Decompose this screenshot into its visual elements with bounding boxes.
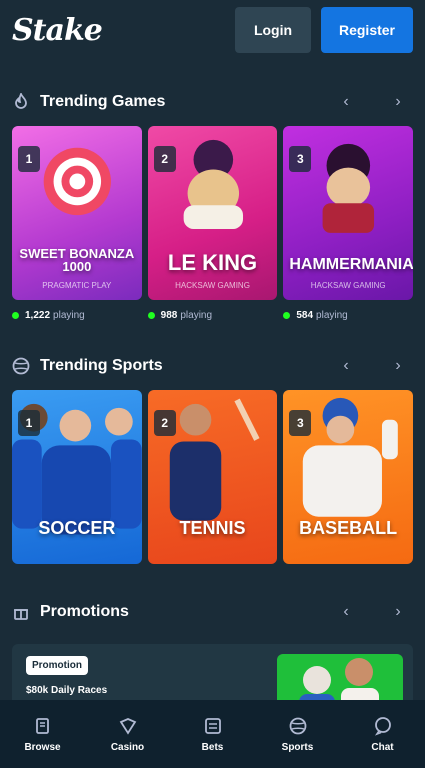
bets-icon [203, 716, 223, 736]
game-title: HAMMERMANIA [289, 256, 414, 274]
chevron-right-icon[interactable]: › [387, 355, 409, 377]
auth-buttons: Login Register [235, 7, 413, 53]
carousel-arrows: ‹ › [335, 91, 413, 113]
game-title: LE KING [167, 249, 258, 275]
nav-chat[interactable]: Chat [348, 716, 418, 753]
rank-badge: 2 [153, 146, 176, 172]
rank-badge: 2 [153, 410, 176, 436]
trending-sports-title: Trending Sports [40, 357, 163, 374]
players-label: playing [180, 309, 213, 321]
game-provider: PRAGMATIC PLAY [42, 281, 112, 290]
nav-sports[interactable]: Sports [263, 716, 333, 753]
game-card[interactable]: 2 LE KING HACKSAW GAMING [147, 126, 278, 300]
trending-games-section: Trending Games ‹ › 1 SWEET BONANZA 1000 … [0, 84, 425, 322]
players-label: playing [316, 309, 348, 321]
nav-label: Bets [201, 741, 224, 753]
sport-title: SOCCER [38, 518, 116, 539]
chat-icon [373, 716, 393, 736]
promotion-badge: Promotion [26, 656, 88, 675]
section-header: Trending Games ‹ › [12, 84, 413, 120]
casino-icon [118, 716, 138, 736]
game-card[interactable]: 3 HAMMERMANIA HACKSAW GAMING [283, 126, 414, 300]
players-number: 988 [160, 309, 178, 321]
online-dot [283, 311, 291, 319]
promotions-title: Promotions [40, 603, 129, 620]
nav-label: Browse [24, 741, 61, 753]
login-button[interactable]: Login [235, 7, 311, 53]
sport-cards: 1 SOCCER 2 TENNIS 3 BASEBALL [12, 390, 414, 564]
rank-badge: 1 [18, 146, 40, 172]
chevron-left-icon[interactable]: ‹ [335, 601, 357, 623]
players-number: 584 [296, 309, 314, 321]
player-count: 988 playing [147, 308, 278, 322]
chevron-left-icon[interactable]: ‹ [335, 91, 357, 113]
carousel-arrows: ‹ › [335, 355, 413, 377]
top-header: Stake Login Register [0, 0, 425, 60]
section-title: Trending Sports [12, 357, 163, 375]
sports-ball-icon [12, 357, 30, 375]
promotion-text: $80k Daily Races [26, 685, 108, 696]
bottom-navigation: Browse Casino Bets Sports Chat [0, 700, 425, 768]
section-title: Trending Games [12, 93, 165, 111]
section-header: Promotions ‹ › [12, 594, 413, 630]
game-title: SWEET BONANZA 1000 [19, 245, 135, 275]
browse-icon [33, 716, 53, 736]
register-button[interactable]: Register [321, 7, 413, 53]
sport-title: TENNIS [179, 518, 246, 539]
nav-label: Chat [371, 741, 394, 753]
rank-badge: 1 [18, 410, 40, 436]
stake-logo[interactable]: Stake [12, 13, 103, 48]
sport-card[interactable]: 2 TENNIS [147, 390, 278, 564]
nav-browse[interactable]: Browse [8, 716, 78, 753]
sport-card[interactable]: 1 SOCCER [12, 390, 142, 564]
players-label: playing [53, 309, 85, 321]
online-dot [147, 311, 155, 319]
carousel-arrows: ‹ › [335, 601, 413, 623]
game-provider: HACKSAW GAMING [175, 281, 250, 290]
sport-card[interactable]: 3 BASEBALL [283, 390, 414, 564]
promotion-image [277, 654, 403, 702]
section-title: Promotions [12, 603, 129, 621]
flame-icon [12, 93, 30, 111]
nav-label: Casino [110, 741, 145, 753]
players-row: 1,222 playing 988 playing 584 playing [12, 308, 413, 322]
chevron-right-icon[interactable]: › [387, 91, 409, 113]
chevron-right-icon[interactable]: › [387, 601, 409, 623]
nav-casino[interactable]: Casino [93, 716, 163, 753]
nav-label: Sports [281, 741, 314, 753]
chevron-left-icon[interactable]: ‹ [335, 355, 357, 377]
player-count: 584 playing [283, 308, 413, 322]
promotions-section: Promotions ‹ › Promotion $80k Daily Race… [0, 594, 425, 702]
players-number: 1,222 [25, 309, 51, 321]
section-header: Trending Sports ‹ › [12, 348, 413, 384]
sports-icon [288, 716, 308, 736]
trending-sports-section: Trending Sports ‹ › 1 SOCCER 2 TENNIS 3 … [0, 348, 425, 564]
online-dot [12, 311, 19, 319]
sport-title: BASEBALL [299, 518, 398, 539]
player-count: 1,222 playing [12, 308, 142, 322]
game-provider: HACKSAW GAMING [310, 281, 386, 290]
nav-bets[interactable]: Bets [178, 716, 248, 753]
trending-games-title: Trending Games [40, 93, 166, 110]
game-card[interactable]: 1 SWEET BONANZA 1000 PRAGMATIC PLAY [12, 126, 142, 300]
rank-badge: 3 [289, 410, 312, 436]
game-cards: 1 SWEET BONANZA 1000 PRAGMATIC PLAY 2 LE… [12, 126, 414, 300]
gift-icon [12, 603, 30, 621]
promotion-card[interactable]: Promotion $80k Daily Races [12, 644, 413, 702]
rank-badge: 3 [289, 146, 312, 172]
